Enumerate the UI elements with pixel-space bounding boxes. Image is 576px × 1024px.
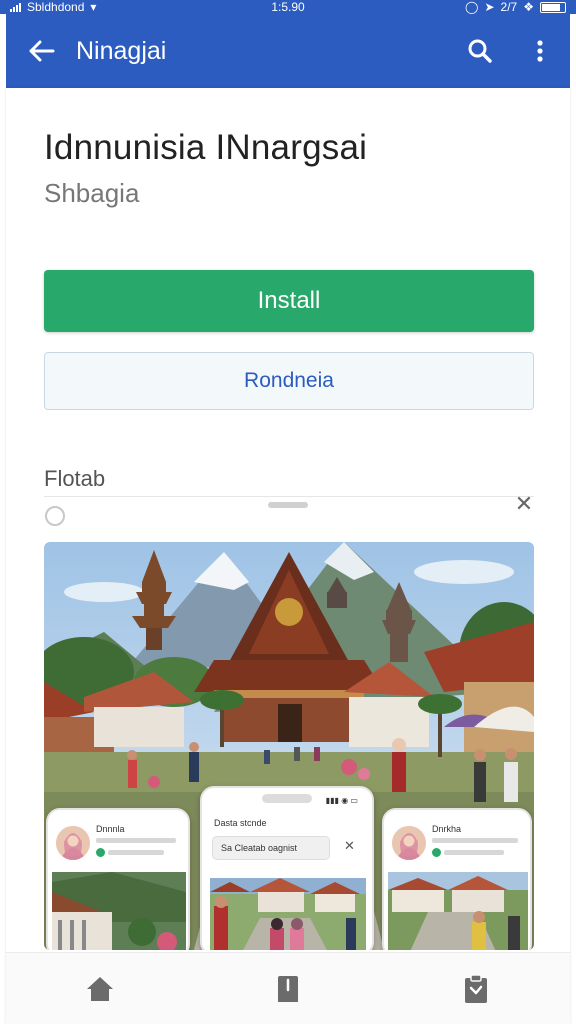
close-icon[interactable]: ✕ bbox=[512, 492, 536, 516]
phone-2-status-icons: ▮▮▮ ◉ ▭ bbox=[325, 796, 358, 805]
secondary-button[interactable]: Rondneia bbox=[44, 352, 534, 410]
install-button[interactable]: Install bbox=[44, 270, 534, 332]
avatar bbox=[392, 826, 426, 860]
text-placeholder bbox=[108, 850, 164, 855]
signal-icon bbox=[10, 2, 21, 12]
battery-icon bbox=[540, 1, 566, 13]
status-bar: Sbldhdond ▾ 1:5.90 ◯ ➤ 2/7 ❖ bbox=[0, 0, 576, 14]
app-name: Idnnunisia INnargsai bbox=[44, 128, 368, 167]
text-placeholder bbox=[444, 850, 504, 855]
search-icon bbox=[468, 39, 492, 63]
phone-1-title: Dnnnla bbox=[96, 824, 125, 834]
nav-bookmark[interactable] bbox=[248, 953, 328, 1024]
developer-name[interactable]: Shbagia bbox=[44, 178, 139, 209]
status-right: ◯ ➤ 2/7 ❖ bbox=[465, 0, 566, 14]
status-dot bbox=[96, 848, 105, 857]
drag-handle[interactable] bbox=[268, 502, 308, 508]
more-vert-icon bbox=[537, 40, 543, 62]
status-right-text: 2/7 bbox=[500, 0, 518, 14]
phone-3-title: Dnrkha bbox=[432, 824, 462, 834]
nav-home[interactable] bbox=[60, 953, 140, 1024]
app-screenshot[interactable]: Dnnnla ▮▮▮ ◉ ▭ Dasta stcnde Sa Cleatab o… bbox=[44, 542, 534, 950]
phone-2-search: Sa Cleatab oagnist bbox=[212, 836, 330, 860]
arrow-back-icon bbox=[29, 40, 55, 62]
phone-notch bbox=[262, 794, 312, 803]
phone-mockup-2: ▮▮▮ ◉ ▭ Dasta stcnde Sa Cleatab oagnist … bbox=[200, 786, 374, 950]
app-bar-title: Ninagjai bbox=[76, 36, 167, 65]
back-button[interactable] bbox=[6, 14, 76, 88]
app-bar: Ninagjai bbox=[6, 14, 570, 88]
status-left: Sbldhdond ▾ bbox=[10, 0, 96, 14]
bookmark-icon bbox=[278, 975, 298, 1002]
alarm-icon: ◯ bbox=[465, 0, 479, 14]
phone-2-image bbox=[210, 878, 366, 950]
phone-1-image bbox=[52, 872, 186, 950]
carrier-text: Sbldhdond bbox=[27, 0, 85, 14]
phone-mockup-1: Dnnnla bbox=[46, 808, 190, 950]
status-dot bbox=[432, 848, 441, 857]
bottom-navigation bbox=[6, 952, 570, 1024]
phone-mockup-3: Dnrkha bbox=[382, 808, 532, 950]
section-divider bbox=[44, 496, 534, 497]
nav-clipboard[interactable] bbox=[436, 953, 516, 1024]
text-placeholder bbox=[96, 838, 176, 843]
more-options-button[interactable] bbox=[510, 14, 570, 88]
wifi-icon: ▾ bbox=[90, 0, 97, 14]
phone-3-image bbox=[388, 872, 528, 950]
bluetooth-icon: ❖ bbox=[523, 0, 534, 14]
phone-2-title: Dasta stcnde bbox=[214, 818, 267, 828]
section-label: Flotab bbox=[44, 466, 106, 491]
avatar bbox=[56, 826, 90, 860]
home-icon bbox=[87, 976, 113, 1001]
search-button[interactable] bbox=[450, 14, 510, 88]
location-icon: ➤ bbox=[484, 0, 495, 14]
radio-button[interactable] bbox=[45, 506, 65, 526]
text-placeholder bbox=[432, 838, 518, 843]
close-icon: ✕ bbox=[344, 838, 355, 853]
clipboard-icon bbox=[465, 973, 487, 1003]
